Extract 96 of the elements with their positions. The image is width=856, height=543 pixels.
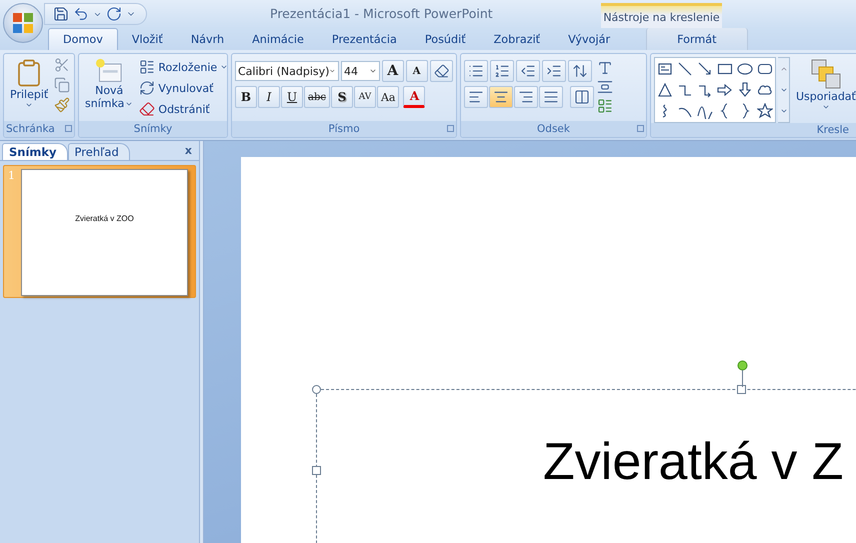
ribbon-tab[interactable]: Zobraziť	[480, 28, 554, 50]
align-button[interactable]	[464, 86, 488, 108]
resize-handle[interactable]	[312, 466, 321, 475]
arrange-button[interactable]: Usporiadať	[793, 57, 856, 123]
font-style-button[interactable]: S	[330, 86, 353, 108]
new-slide-button[interactable]: Nová snímka	[82, 57, 136, 121]
bullets-button[interactable]	[464, 60, 488, 82]
resize-handle[interactable]	[737, 385, 746, 394]
grow-font-button[interactable]: A	[382, 60, 404, 82]
star-icon[interactable]	[757, 103, 773, 120]
thumbnail-title: Zvieratká v ZOO	[75, 214, 134, 224]
group-label: Schránka	[6, 123, 55, 135]
undo-icon[interactable]	[73, 6, 89, 22]
window-title: Prezentácia1 - Microsoft PowerPoint	[270, 6, 493, 21]
ribbon-tab[interactable]: Animácie	[238, 28, 318, 50]
arrange-icon	[810, 58, 842, 90]
save-icon[interactable]	[53, 6, 69, 22]
text-box-icon[interactable]	[657, 60, 673, 77]
font-style-button[interactable]: U	[281, 86, 303, 108]
ribbon-tab[interactable]: Posúdiť	[410, 28, 480, 50]
oval-icon[interactable]	[737, 60, 753, 77]
caret-icon	[329, 67, 336, 75]
caret-icon	[25, 101, 34, 109]
align-text-icon[interactable]	[597, 79, 613, 95]
line-spacing-button[interactable]	[568, 60, 592, 82]
gallery-scrollbar[interactable]	[778, 57, 790, 123]
right-arrow-icon[interactable]	[717, 82, 733, 98]
group-label: Odsek	[537, 123, 570, 135]
new-slide-icon	[94, 58, 124, 84]
align-button[interactable]	[489, 86, 513, 108]
paste-button[interactable]: Prilepiť	[7, 57, 52, 121]
layout-button[interactable]: Rozloženie	[139, 57, 227, 77]
align-right-icon	[518, 89, 534, 105]
align-justify-icon	[543, 89, 559, 105]
caret-icon	[822, 103, 830, 111]
ribbon-tab[interactable]: Domov	[48, 28, 118, 50]
ribbon-tab[interactable]: Prezentácia	[318, 28, 411, 50]
delete-icon	[139, 101, 156, 117]
slide-thumbnail-item[interactable]: 1 Zvieratká v ZOO	[3, 165, 196, 298]
ribbon-tab[interactable]: Vložiť	[118, 28, 177, 50]
redo-icon[interactable]	[106, 6, 122, 22]
decrease-indent-button[interactable]	[516, 60, 540, 82]
slide-number: 1	[8, 169, 15, 184]
font-style-button[interactable]: abc	[304, 86, 330, 108]
resize-handle[interactable]	[312, 385, 321, 394]
new-slide-label: snímka	[85, 97, 124, 110]
format-painter-icon[interactable]	[54, 97, 70, 113]
group-label: Kresle	[816, 124, 849, 136]
reset-icon	[139, 80, 156, 96]
numbering-button[interactable]	[490, 60, 514, 82]
font-style-button[interactable]: B	[235, 86, 257, 108]
layout-icon	[139, 59, 156, 75]
contextual-tab-group: Nástroje na kreslenie	[601, 3, 722, 28]
smartart-icon[interactable]	[597, 98, 613, 114]
eraser-icon	[434, 63, 449, 79]
columns-icon	[574, 89, 590, 105]
pane-tab[interactable]: Prehľad	[68, 143, 130, 160]
line-icon[interactable]	[677, 60, 693, 77]
slide-thumbnail[interactable]: Zvieratká v ZOO	[21, 169, 188, 296]
ribbon-tab[interactable]: Vývojár	[554, 28, 624, 50]
office-logo-icon	[11, 11, 35, 35]
shrink-font-button[interactable]: A	[406, 60, 428, 82]
reset-button[interactable]: Vynulovať	[139, 78, 227, 98]
caret-icon	[220, 63, 227, 71]
font-color-button[interactable]: A	[403, 86, 426, 108]
new-slide-label: Nová	[95, 84, 124, 97]
group-label: Snímky	[134, 123, 172, 135]
columns-button[interactable]	[570, 86, 594, 108]
font-style-button[interactable]: AV	[354, 86, 376, 108]
align-button[interactable]	[539, 86, 563, 108]
clear-formatting-button[interactable]	[430, 60, 453, 82]
close-button[interactable]: x	[184, 144, 192, 157]
align-button[interactable]	[514, 86, 538, 108]
increase-indent-button[interactable]	[542, 60, 566, 82]
line-spacing-icon	[572, 63, 588, 79]
ribbon-tab[interactable]: Návrh	[176, 28, 238, 50]
arrow-icon[interactable]	[697, 60, 713, 77]
align-left-icon	[468, 89, 484, 105]
ribbon-tab[interactable]: Formát	[646, 28, 748, 50]
triangle-icon[interactable]	[657, 82, 673, 98]
decrease-indent-icon	[520, 63, 536, 79]
align-center-icon	[493, 89, 509, 105]
font-style-button[interactable]: I	[258, 86, 280, 108]
font-name-field[interactable]: Calibri (Nadpisy)	[235, 61, 339, 81]
increase-indent-icon	[546, 63, 562, 79]
slide-title: Zvieratká v Z	[543, 432, 844, 492]
pane-tab[interactable]: Snímky	[2, 143, 68, 160]
cut-icon[interactable]	[54, 57, 70, 73]
delete-button[interactable]: Odstrániť	[139, 99, 227, 119]
font-style-button[interactable]: Aa	[376, 86, 400, 108]
numbered-list-icon	[494, 63, 510, 79]
office-button[interactable]	[3, 3, 43, 43]
group-label: Písmo	[328, 123, 360, 135]
caret-icon	[368, 67, 377, 75]
font-size-field[interactable]: 44	[341, 61, 380, 81]
down-arrow-icon[interactable]	[737, 82, 753, 98]
